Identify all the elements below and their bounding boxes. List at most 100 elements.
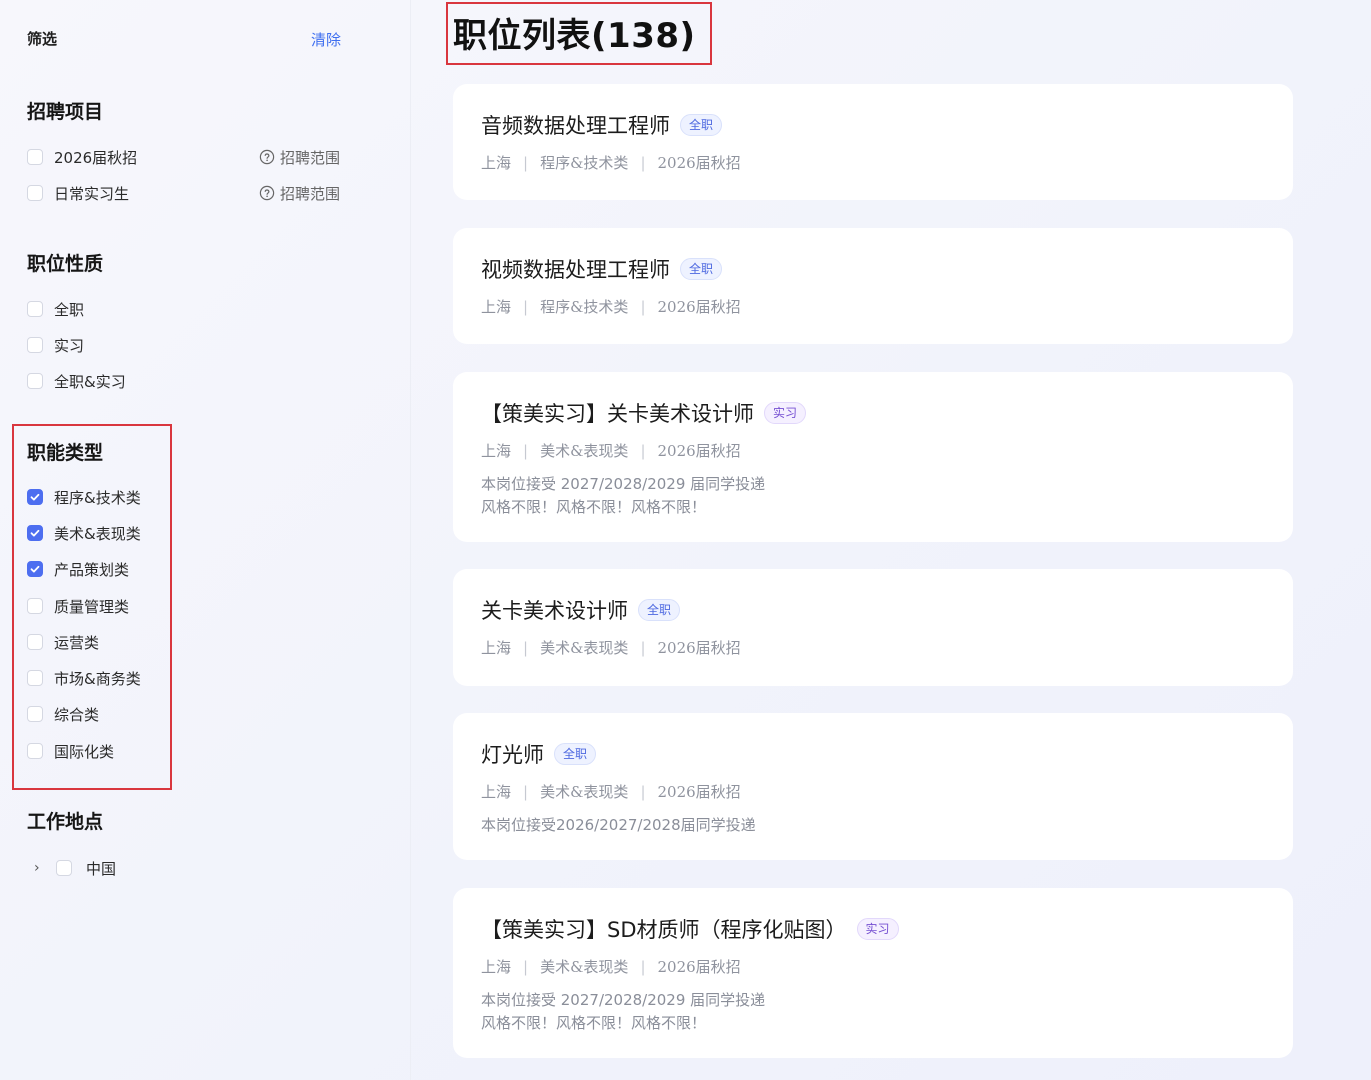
job-batch: 2026届秋招: [657, 958, 741, 976]
job-card[interactable]: 关卡美术设计师 全职 上海 | 美术&表现类 | 2026届秋招: [453, 569, 1293, 686]
checkbox[interactable]: [27, 301, 43, 317]
checkbox[interactable]: [27, 337, 43, 353]
job-desc-line: 风格不限！风格不限！风格不限！: [481, 1014, 707, 1032]
job-title: 关卡美术设计师: [481, 599, 628, 623]
scope-label: 招聘范围: [280, 184, 341, 203]
function-option-quality[interactable]: 质量管理类: [27, 595, 129, 617]
option-label: 质量管理类: [54, 597, 130, 616]
job-city: 上海: [481, 442, 512, 460]
job-card[interactable]: 【策美实习】关卡美术设计师 实习 上海 | 美术&表现类 | 2026届秋招 本岗位…: [453, 372, 1293, 542]
option-label: 全职&实习: [54, 372, 126, 391]
check-icon: [30, 565, 40, 573]
filter-sidebar: 筛选 清除 招聘项目 2026届秋招 招聘范围 日常实习生 招聘范围 职位性质 …: [0, 0, 410, 1080]
option-label: 综合类: [54, 705, 100, 724]
option-label: 运营类: [54, 633, 100, 652]
job-batch: 2026届秋招: [657, 154, 741, 172]
option-label: 美术&表现类: [54, 524, 141, 543]
checkbox[interactable]: [27, 634, 43, 650]
recruit-option-autumn[interactable]: 2026届秋招: [27, 146, 137, 168]
function-option-international[interactable]: 国际化类: [27, 740, 114, 762]
checkbox[interactable]: [56, 860, 72, 876]
function-option-operation[interactable]: 运营类: [27, 631, 99, 653]
function-option-market[interactable]: 市场&商务类: [27, 667, 141, 689]
option-label: 国际化类: [54, 742, 115, 761]
scope-label: 招聘范围: [280, 148, 341, 167]
recruit-scope-link[interactable]: 招聘范围: [259, 182, 340, 204]
checkbox[interactable]: [27, 149, 43, 165]
checkbox-checked[interactable]: [27, 561, 43, 577]
checkbox[interactable]: [27, 743, 43, 759]
job-category: 美术&表现类: [540, 639, 629, 657]
question-circle-icon: [259, 149, 275, 165]
job-desc-line: 本岗位接受 2027/2028/2029 届同学投递: [481, 475, 766, 493]
job-card[interactable]: 音频数据处理工程师 全职 上海 | 程序&技术类 | 2026届秋招: [453, 84, 1293, 200]
page-title: 职位列表(138): [453, 16, 696, 56]
nature-option-intern[interactable]: 实习: [27, 334, 84, 356]
job-batch: 2026届秋招: [657, 783, 741, 801]
option-label: 实习: [54, 336, 85, 355]
function-option-tech[interactable]: 程序&技术类: [27, 486, 141, 508]
job-category: 美术&表现类: [540, 958, 629, 976]
job-type-tag: 全职: [680, 258, 723, 280]
job-city: 上海: [481, 639, 512, 657]
location-section-title: 工作地点: [27, 811, 104, 833]
checkbox-checked[interactable]: [27, 489, 43, 505]
checkbox[interactable]: [27, 373, 43, 389]
job-category: 美术&表现类: [540, 783, 629, 801]
job-batch: 2026届秋招: [657, 442, 741, 460]
recruit-section-title: 招聘项目: [27, 101, 104, 123]
option-label: 产品策划类: [54, 560, 130, 579]
job-title: 【策美实习】关卡美术设计师: [481, 402, 754, 426]
checkbox[interactable]: [27, 185, 43, 201]
option-label: 日常实习生: [54, 184, 130, 203]
job-type-tag: 全职: [680, 114, 723, 136]
recruit-scope-link[interactable]: 招聘范围: [259, 146, 340, 168]
option-label: 2026届秋招: [54, 148, 138, 167]
checkbox-checked[interactable]: [27, 525, 43, 541]
job-city: 上海: [481, 783, 512, 801]
job-city: 上海: [481, 958, 512, 976]
job-title: 音频数据处理工程师: [481, 114, 670, 138]
sidebar-divider: [410, 0, 411, 1080]
job-type-tag: 全职: [638, 599, 681, 621]
option-label: 程序&技术类: [54, 488, 141, 507]
nature-section-title: 职位性质: [27, 253, 104, 275]
job-card[interactable]: 视频数据处理工程师 全职 上海 | 程序&技术类 | 2026届秋招: [453, 228, 1293, 344]
location-option-china[interactable]: › 中国: [34, 857, 116, 879]
clear-filters-link[interactable]: 清除: [311, 29, 341, 50]
job-batch: 2026届秋招: [657, 298, 741, 316]
filter-title: 筛选: [27, 30, 58, 48]
option-label: 市场&商务类: [54, 669, 141, 688]
function-option-art[interactable]: 美术&表现类: [27, 522, 141, 544]
job-desc-line: 风格不限！风格不限！风格不限！: [481, 498, 707, 516]
job-category: 程序&技术类: [540, 154, 629, 172]
nature-option-fulltime[interactable]: 全职: [27, 298, 84, 320]
job-category: 程序&技术类: [540, 298, 629, 316]
nature-option-both[interactable]: 全职&实习: [27, 370, 126, 392]
job-card[interactable]: 灯光师 全职 上海 | 美术&表现类 | 2026届秋招 本岗位接受2026/202…: [453, 713, 1293, 860]
function-option-product[interactable]: 产品策划类: [27, 558, 129, 580]
job-city: 上海: [481, 154, 512, 172]
recruit-option-intern[interactable]: 日常实习生: [27, 182, 129, 204]
job-title: 视频数据处理工程师: [481, 258, 670, 282]
job-type-tag: 实习: [764, 402, 807, 424]
job-type-tag: 全职: [554, 743, 597, 765]
check-icon: [30, 493, 40, 501]
job-title: 【策美实习】SD材质师（程序化贴图）: [481, 918, 847, 942]
option-label: 中国: [86, 859, 117, 878]
function-section-title: 职能类型: [27, 442, 104, 464]
checkbox[interactable]: [27, 706, 43, 722]
function-option-general[interactable]: 综合类: [27, 703, 99, 725]
checkbox[interactable]: [27, 670, 43, 686]
job-type-tag: 实习: [856, 918, 899, 940]
question-circle-icon: [259, 185, 275, 201]
check-icon: [30, 529, 40, 537]
job-category: 美术&表现类: [540, 442, 629, 460]
job-city: 上海: [481, 298, 512, 316]
job-batch: 2026届秋招: [657, 639, 741, 657]
job-desc-line: 本岗位接受2026/2027/2028届同学投递: [481, 816, 756, 834]
job-card[interactable]: 【策美实习】SD材质师（程序化贴图） 实习 上海 | 美术&表现类 | 2026届秋…: [453, 888, 1293, 1058]
chevron-right-icon[interactable]: ›: [34, 860, 44, 876]
checkbox[interactable]: [27, 598, 43, 614]
job-title: 灯光师: [481, 743, 544, 767]
